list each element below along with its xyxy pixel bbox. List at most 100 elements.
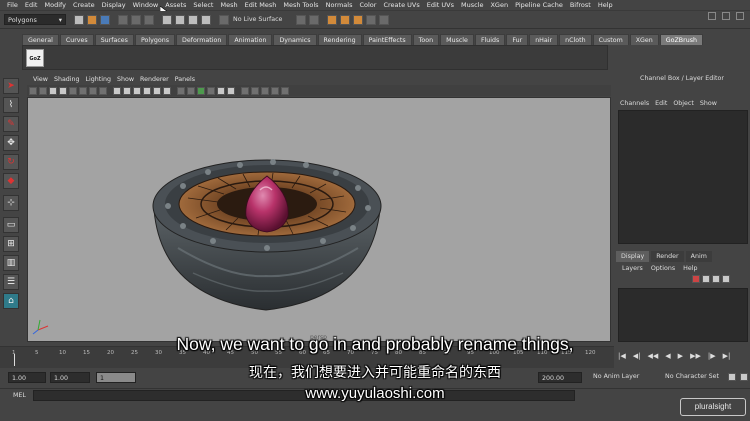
viewport-menu-show[interactable]: Show [117, 76, 134, 83]
shelf-tab-xgen[interactable]: XGen [629, 33, 659, 45]
menu-normals[interactable]: Normals [326, 0, 353, 11]
anti-aliasing-icon[interactable] [261, 86, 269, 95]
layout-two-icon[interactable]: ▥ [3, 255, 19, 271]
render-view-icon[interactable] [327, 14, 338, 25]
field-chart-icon[interactable] [113, 86, 121, 95]
snap-curve-icon[interactable] [175, 14, 185, 25]
xray-joints-icon[interactable] [197, 86, 205, 95]
layer-menu-layers[interactable]: Layers [622, 265, 643, 272]
viewport-menu-panels[interactable]: Panels [175, 76, 195, 83]
menu-xgen[interactable]: XGen [490, 0, 508, 11]
output-ops-icon[interactable] [309, 14, 320, 25]
last-tool-icon[interactable]: ⊹ [3, 195, 19, 211]
menu-edit-mesh[interactable]: Edit Mesh [245, 0, 277, 11]
move-layer-up-icon[interactable] [692, 275, 700, 283]
channel-box-menu-edit[interactable]: Edit [655, 100, 667, 107]
shelf-tab-gozbrush[interactable]: GoZBrush [659, 33, 703, 45]
shelf-tab-muscle[interactable]: Muscle [440, 33, 474, 45]
render-frame-icon[interactable] [340, 14, 351, 25]
shelf-tab-painteffects[interactable]: PaintEffects [362, 33, 412, 45]
toggle-tool-settings-icon[interactable] [721, 12, 730, 20]
menu-edit-uvs[interactable]: Edit UVs [427, 0, 454, 11]
layout-outliner-icon[interactable]: ☰ [3, 274, 19, 290]
motion-blur-icon[interactable] [251, 86, 259, 95]
shelf-tab-animation[interactable]: Animation [228, 33, 273, 45]
layer-menu-help[interactable]: Help [683, 265, 697, 272]
shelf-tab-fur[interactable]: Fur [506, 33, 529, 45]
shelf-tab-general[interactable]: General [22, 33, 59, 45]
shelf-tab-polygons[interactable]: Polygons [134, 33, 175, 45]
grid-toggle-icon[interactable] [69, 86, 77, 95]
layer-tab-render[interactable]: Render [651, 251, 684, 262]
rotate-tool-icon[interactable]: ↻ [3, 154, 19, 170]
layer-tab-display[interactable]: Display [616, 251, 650, 262]
render-settings-icon[interactable] [366, 14, 377, 25]
xray-icon[interactable] [187, 86, 195, 95]
viewport-menu-lighting[interactable]: Lighting [86, 76, 111, 83]
menu-modify[interactable]: Modify [44, 0, 66, 11]
shelf-tab-dynamics[interactable]: Dynamics [273, 33, 317, 45]
viewport-menu-shading[interactable]: Shading [54, 76, 80, 83]
menu-mesh[interactable]: Mesh [220, 0, 237, 11]
shelf-tab-fluids[interactable]: Fluids [474, 33, 506, 45]
layout-four-icon[interactable]: ⊞ [3, 236, 19, 252]
menu-edit[interactable]: Edit [25, 0, 38, 11]
shelf-tab-curves[interactable]: Curves [59, 33, 94, 45]
toggle-channel-box-icon[interactable] [736, 12, 744, 20]
shelf-tab-deformation[interactable]: Deformation [176, 33, 228, 45]
select-tool-icon[interactable]: ➤ [3, 78, 19, 94]
menu-bifrost[interactable]: Bifrost [570, 0, 591, 11]
menu-pipeline-cache[interactable]: Pipeline Cache [515, 0, 563, 11]
isolate-select-icon[interactable] [281, 86, 289, 95]
move-layer-down-icon[interactable] [702, 275, 710, 283]
channel-box-menu-object[interactable]: Object [673, 100, 694, 107]
menuset-dropdown[interactable]: Polygons ▾ [4, 14, 66, 25]
lasso-tool-icon[interactable]: ⌇ [3, 97, 19, 113]
paint-select-tool-icon[interactable]: ✎ [3, 116, 19, 132]
menu-create[interactable]: Create [73, 0, 95, 11]
hypershade-icon[interactable] [379, 14, 390, 25]
snap-point-icon[interactable] [188, 14, 198, 25]
shelf-tab-custom[interactable]: Custom [592, 33, 629, 45]
shadows-icon[interactable] [227, 86, 235, 95]
menu-display[interactable]: Display [102, 0, 126, 11]
snap-surface-icon[interactable] [201, 14, 211, 25]
layout-custom-icon[interactable]: ⌂ [3, 293, 19, 309]
depth-of-field-icon[interactable] [271, 86, 279, 95]
channel-box-area[interactable] [618, 110, 748, 244]
viewport-menu-view[interactable]: View [33, 76, 48, 83]
perspective-viewport[interactable]: persp [27, 97, 611, 342]
wireframe-icon[interactable] [143, 86, 151, 95]
menu-color[interactable]: Color [359, 0, 376, 11]
resolution-gate-icon[interactable] [89, 86, 97, 95]
snap-grid-icon[interactable] [162, 14, 172, 25]
menu-mesh-tools[interactable]: Mesh Tools [283, 0, 318, 11]
ipr-render-icon[interactable] [353, 14, 364, 25]
save-scene-icon[interactable] [100, 14, 110, 25]
select-hierarchy-icon[interactable] [118, 14, 128, 25]
menu-help[interactable]: Help [598, 0, 613, 11]
open-scene-icon[interactable] [87, 14, 97, 25]
gate-mask-icon[interactable] [99, 86, 107, 95]
shelf-tab-nhair[interactable]: nHair [529, 33, 559, 45]
menu-file[interactable]: File [7, 0, 18, 11]
ambient-occlusion-icon[interactable] [241, 86, 249, 95]
make-live-icon[interactable] [219, 14, 229, 25]
textured-icon[interactable] [207, 86, 215, 95]
select-component-icon[interactable] [144, 14, 154, 25]
shelf-tab-rendering[interactable]: Rendering [317, 33, 362, 45]
shelf-tab-ncloth[interactable]: nCloth [559, 33, 592, 45]
move-tool-icon[interactable]: ✥ [3, 135, 19, 151]
new-scene-icon[interactable] [74, 14, 84, 25]
image-plane-icon[interactable] [59, 86, 67, 95]
shelf-tab-toon[interactable]: Toon [412, 33, 440, 45]
use-all-lights-icon[interactable] [217, 86, 225, 95]
menu-muscle[interactable]: Muscle [461, 0, 484, 11]
camera-attributes-icon[interactable] [39, 86, 47, 95]
film-gate-icon[interactable] [79, 86, 87, 95]
menu-assets[interactable]: Assets [165, 0, 186, 11]
viewport-menu-renderer[interactable]: Renderer [140, 76, 169, 83]
toggle-attribute-editor-icon[interactable] [707, 12, 716, 20]
layout-single-icon[interactable]: ▭ [3, 217, 19, 233]
menu-create-uvs[interactable]: Create UVs [383, 0, 419, 11]
